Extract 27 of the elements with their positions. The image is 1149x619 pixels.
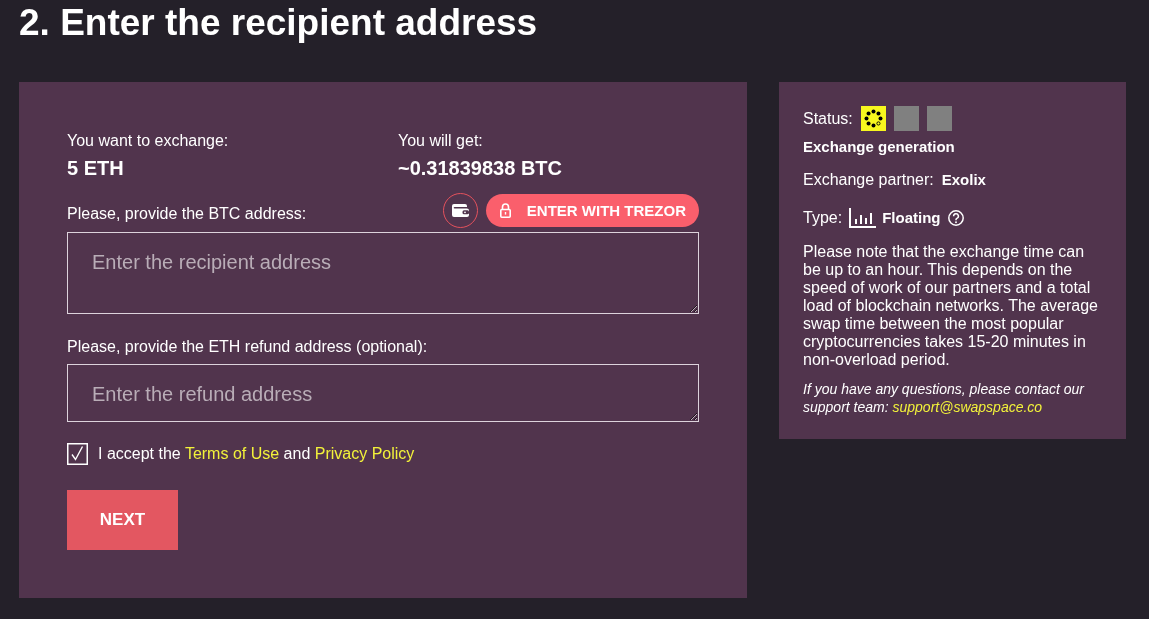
send-label: You want to exchange: (67, 132, 229, 150)
status-text: Exchange generation (803, 138, 955, 156)
checkbox[interactable] (67, 443, 88, 465)
status-label: Status: (803, 109, 853, 128)
page-title: 2. Enter the recipient address (19, 1, 538, 45)
partner-label: Exchange partner: (803, 171, 934, 189)
exchange-time-note: Please note that the exchange time can be up to an hour. This depends on the speed of work of our partners and a total load of blockchain networks. The average swap time between the most popular cryptocurrencies takes 15-20 minutes in non-overload period. (803, 243, 1099, 369)
refund-address-field[interactable]: Enter the refund address (67, 364, 699, 422)
type-label: Type: (803, 209, 843, 227)
lock-icon (499, 203, 511, 218)
support-contact-text: If you have any questions, please contact our support team: support@swapspace.co (803, 380, 1086, 416)
support-email-link[interactable]: support@swapspace.co (892, 399, 1043, 415)
terms-of-use-link[interactable]: Terms of Use (184, 445, 280, 462)
type-value: Floating (882, 209, 941, 227)
partner-name: Exolix (941, 171, 986, 189)
help-icon[interactable] (948, 210, 965, 226)
receive-label: You will get: (398, 132, 483, 150)
receive-amount: ~0.31839838 BTC (398, 156, 562, 180)
bar-chart-icon (849, 208, 877, 228)
send-amount: 5 ETH (67, 156, 124, 180)
refund-address-label: Please, provide the ETH refund address (optional): (67, 338, 428, 356)
privacy-policy-link[interactable]: Privacy Policy (314, 445, 415, 462)
terms-text: I accept the Terms of Use and Privacy Policy (98, 444, 415, 464)
recipient-address-field[interactable]: Enter the recipient address (67, 232, 699, 314)
recipient-address-label: Please, provide the BTC address: (67, 204, 307, 223)
wallet-icon (451, 204, 469, 217)
next-button[interactable]: NEXT (67, 490, 178, 550)
